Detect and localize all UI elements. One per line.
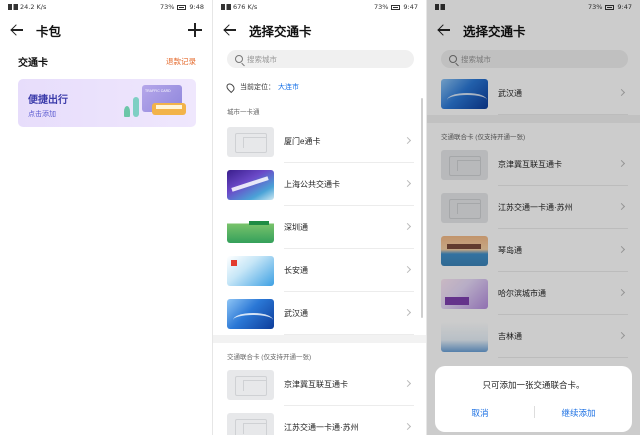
card-list-item[interactable]: 京津冀互联互通卡	[213, 363, 426, 406]
status-bar: 24.2 K/s 73% 9:48	[0, 0, 212, 14]
bus-illustration	[152, 103, 186, 115]
union-card-list: 京津冀互联互通卡江苏交通一卡通·苏州	[213, 363, 426, 435]
scrollbar[interactable]	[421, 98, 423, 318]
net-speed: 676 K/s	[233, 3, 258, 11]
battery-percent: 73%	[159, 3, 175, 11]
card-thumbnail	[227, 255, 274, 286]
signal-icon	[8, 4, 18, 10]
card-name: 厦门e通卡	[284, 137, 321, 146]
city-card-list: 厦门e通卡上海公共交通卡 深圳通长安通武汉通	[213, 120, 426, 335]
signal-icon	[221, 4, 231, 10]
header: 卡包	[0, 14, 212, 46]
card-list-item[interactable]: 厦门e通卡	[213, 120, 426, 163]
card-name: 上海公共交通卡	[284, 180, 340, 189]
page-title: 选择交通卡	[249, 24, 312, 39]
cancel-button[interactable]: 取消	[471, 407, 488, 419]
card-thumbnail	[227, 412, 274, 435]
card-wallet-screen: 24.2 K/s 73% 9:48 卡包 交通卡 退款记录 便捷出行 点击添加 T…	[0, 0, 212, 435]
continue-add-button[interactable]: 继续添加	[561, 407, 595, 419]
section-divider	[213, 335, 426, 343]
refund-records-link[interactable]: 退款记录	[166, 56, 196, 67]
location-city[interactable]: 大连市	[278, 82, 299, 92]
card-thumbnail	[227, 212, 274, 243]
card-list-item[interactable]: 江苏交通一卡通·苏州	[213, 406, 426, 435]
dialog-message: 只可添加一张交通联合卡。	[482, 380, 585, 390]
location-label: 当前定位：	[240, 84, 275, 91]
chevron-right-icon	[403, 308, 412, 317]
card-thumbnail	[227, 298, 274, 329]
person-illustration	[133, 97, 139, 117]
location-pin-icon	[224, 81, 237, 93]
net-speed: 24.2 K/s	[20, 3, 47, 11]
chevron-right-icon	[403, 222, 412, 231]
add-transit-card-banner[interactable]: 便捷出行 点击添加 TRAFFIC CARD	[18, 79, 196, 127]
status-bar: 676 K/s 73% 9:47	[213, 0, 426, 14]
chevron-right-icon	[403, 422, 412, 431]
union-card-limit-dialog: 只可添加一张交通联合卡。 取消 继续添加	[435, 366, 632, 432]
battery-icon	[177, 4, 187, 10]
card-name: 深圳通	[284, 223, 308, 232]
chevron-right-icon	[403, 179, 412, 188]
card-list-item[interactable]: 武汉通	[213, 292, 426, 335]
card-name: 武汉通	[284, 309, 308, 318]
current-location: 当前定位： 大连市	[213, 68, 426, 93]
back-arrow-icon[interactable]	[223, 23, 237, 37]
card-name: 京津冀互联互通卡	[284, 380, 348, 389]
dialog-button-divider	[533, 406, 535, 418]
card-thumbnail	[227, 126, 274, 157]
clock: 9:47	[403, 3, 418, 11]
chevron-right-icon	[403, 265, 412, 274]
add-card-plus-icon[interactable]	[188, 23, 202, 37]
card-list-item[interactable]: 长安通	[213, 249, 426, 292]
search-icon	[235, 55, 243, 63]
header: 选择交通卡	[213, 14, 426, 46]
city-cards-header: 城市一卡通	[227, 109, 260, 116]
chevron-right-icon	[403, 379, 412, 388]
select-card-dialog-screen: 73% 9:47 选择交通卡 搜索城市 武汉通 交通联合卡 (仅支持开通一张) 京…	[427, 0, 640, 435]
city-search-input[interactable]: 搜索城市	[227, 50, 414, 68]
back-arrow-icon[interactable]	[10, 23, 24, 37]
section-title: 交通卡	[18, 58, 48, 69]
select-card-screen: 676 K/s 73% 9:47 选择交通卡 搜索城市 当前定位： 大连市 城市一…	[213, 0, 426, 435]
page-title: 卡包	[36, 24, 62, 39]
battery-percent: 73%	[373, 3, 389, 11]
clock: 9:48	[189, 3, 204, 11]
search-placeholder: 搜索城市	[247, 54, 277, 64]
card-list-item[interactable]: 上海公共交通卡	[213, 163, 426, 206]
card-list-item[interactable]: 深圳通	[213, 206, 426, 249]
card-thumbnail	[227, 369, 274, 400]
plant-illustration	[124, 106, 130, 117]
card-name: 长安通	[284, 266, 308, 275]
card-name: 江苏交通一卡通·苏州	[284, 423, 359, 432]
battery-icon	[391, 4, 401, 10]
chevron-right-icon	[403, 136, 412, 145]
union-cards-header: 交通联合卡 (仅支持开通一张)	[227, 354, 312, 361]
card-thumbnail	[227, 169, 274, 200]
